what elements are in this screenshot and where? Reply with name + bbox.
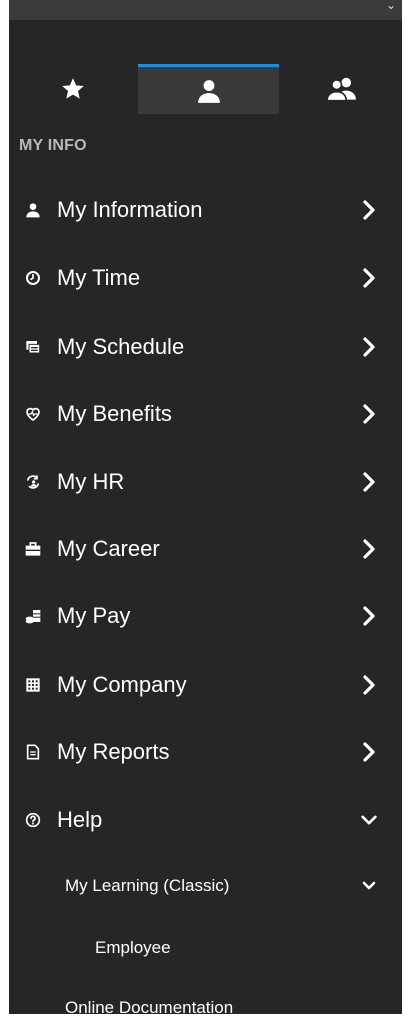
menu-item-my-time[interactable]: My Time bbox=[9, 250, 402, 306]
submenu-item-my-learning-classic[interactable]: My Learning (Classic) bbox=[9, 866, 402, 906]
chevron-right-icon bbox=[361, 200, 377, 220]
menu-item-my-information[interactable]: My Information bbox=[9, 182, 402, 238]
chevron-right-icon bbox=[361, 742, 377, 762]
chevron-right-icon bbox=[361, 268, 377, 288]
money-icon bbox=[25, 608, 41, 624]
clock-icon bbox=[25, 270, 41, 286]
people-icon bbox=[325, 77, 356, 102]
tab-my-info[interactable] bbox=[138, 64, 279, 114]
sync-person-icon bbox=[25, 474, 41, 490]
chevron-right-icon bbox=[361, 606, 377, 626]
chevron-right-icon bbox=[361, 472, 377, 492]
menu-item-label: My Pay bbox=[57, 603, 131, 628]
menu-item-my-schedule[interactable]: My Schedule bbox=[9, 319, 402, 375]
person-icon bbox=[25, 202, 41, 218]
chevron-right-icon bbox=[361, 539, 377, 559]
top-bar: ⌄ bbox=[9, 0, 402, 20]
briefcase-icon bbox=[25, 541, 41, 557]
menu-item-my-benefits[interactable]: My Benefits bbox=[9, 386, 402, 442]
menu-item-label: Help bbox=[57, 807, 103, 832]
menu-item-my-company[interactable]: My Company bbox=[9, 657, 402, 713]
menu-item-my-reports[interactable]: My Reports bbox=[9, 724, 402, 780]
star-icon bbox=[62, 78, 84, 99]
submenu-item-label: My Learning (Classic) bbox=[65, 876, 230, 895]
menu-item-my-hr[interactable]: My HR bbox=[9, 454, 402, 510]
menu-item-label: My Benefits bbox=[57, 401, 172, 426]
navigation-panel: ⌄ MY INFO My Information My Time My Sche… bbox=[9, 0, 402, 1014]
tab-team[interactable] bbox=[281, 64, 402, 114]
menu-item-my-career[interactable]: My Career bbox=[9, 521, 402, 577]
menu-item-help[interactable]: Help bbox=[9, 792, 402, 848]
building-icon bbox=[25, 677, 41, 693]
section-title: MY INFO bbox=[19, 137, 87, 154]
submenu-item-online-documentation[interactable]: Online Documentation bbox=[9, 988, 402, 1014]
chevron-right-icon bbox=[361, 337, 377, 357]
person-icon bbox=[197, 79, 220, 103]
menu-item-label: My Company bbox=[57, 672, 187, 697]
nav-tabs bbox=[9, 64, 402, 114]
menu-item-label: My Reports bbox=[57, 739, 170, 764]
calendar-icon bbox=[25, 339, 41, 355]
submenu-item-employee[interactable]: Employee bbox=[9, 928, 402, 968]
menu-item-label: My HR bbox=[57, 469, 125, 494]
report-icon bbox=[25, 744, 41, 760]
heart-pulse-icon bbox=[25, 406, 41, 422]
chevron-right-icon bbox=[361, 675, 377, 695]
menu-item-label: My Information bbox=[57, 197, 203, 222]
menu-item-my-pay[interactable]: My Pay bbox=[9, 588, 402, 644]
help-icon bbox=[25, 812, 41, 828]
tab-favorites[interactable] bbox=[9, 64, 137, 114]
submenu-item-label: Online Documentation bbox=[65, 998, 234, 1014]
menu-item-label: My Time bbox=[57, 265, 141, 290]
menu-item-label: My Career bbox=[57, 536, 160, 561]
chevron-down-icon[interactable]: ⌄ bbox=[386, 0, 396, 12]
menu-item-label: My Schedule bbox=[57, 334, 185, 359]
chevron-down-icon bbox=[361, 810, 377, 830]
chevron-down-icon bbox=[361, 879, 377, 893]
chevron-right-icon bbox=[361, 404, 377, 424]
submenu-item-label: Employee bbox=[95, 938, 171, 957]
